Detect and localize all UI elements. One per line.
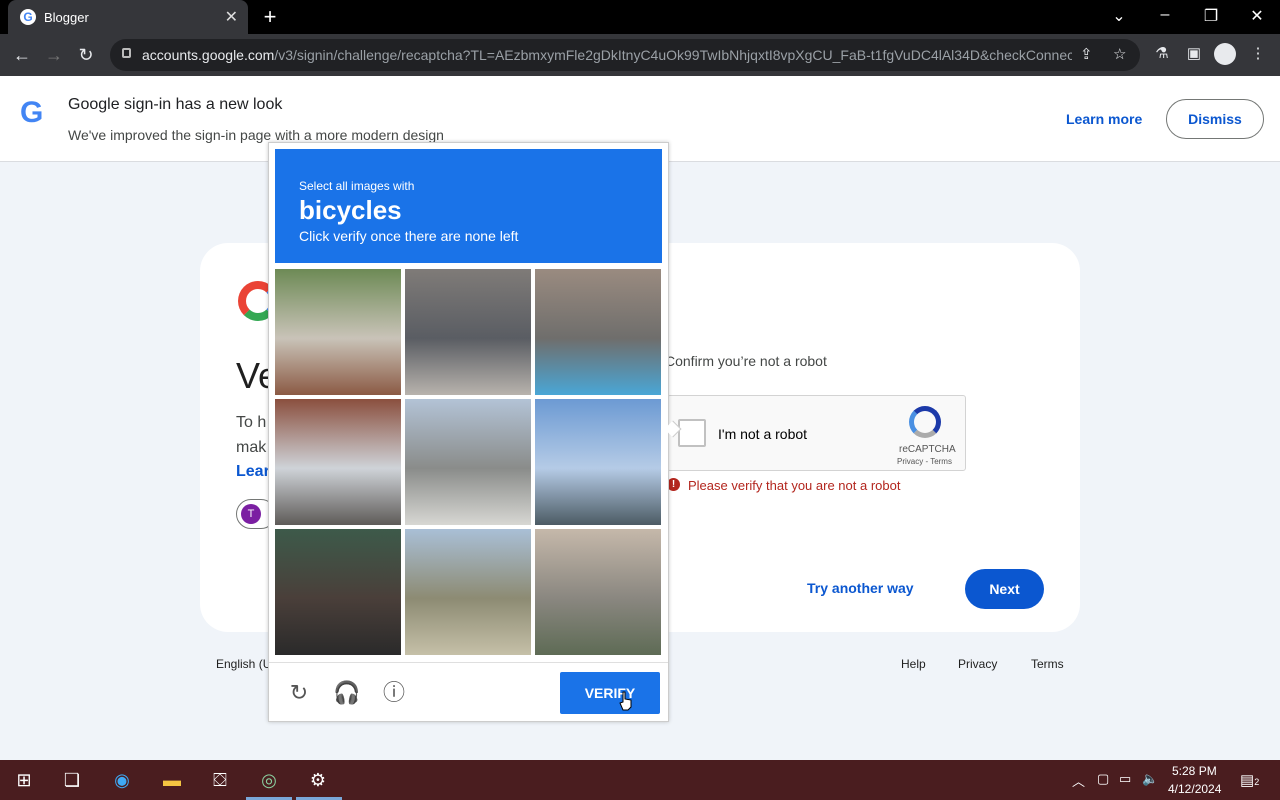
headphones-icon[interactable]: 🎧: [333, 680, 360, 706]
learn-more-link[interactable]: Learn more: [1066, 111, 1142, 127]
tab-title: Blogger: [44, 10, 89, 25]
share-icon[interactable]: ⇪: [1080, 45, 1093, 63]
instruction-post: Click verify once there are none left: [299, 228, 519, 244]
clock-date[interactable]: 4/12/2024: [1168, 782, 1221, 796]
language-selector[interactable]: English (U: [216, 657, 271, 671]
notification-center-icon[interactable]: ▤2: [1240, 771, 1259, 789]
reload-icon[interactable]: ↻: [286, 680, 312, 706]
task-view-icon[interactable]: ❏: [58, 766, 86, 794]
tab-close-icon[interactable]: ✕: [225, 7, 238, 27]
confirm-robot-text: Confirm you’re not a robot: [665, 353, 827, 369]
not-robot-label: I'm not a robot: [718, 426, 808, 442]
clock-time[interactable]: 5:28 PM: [1172, 764, 1217, 778]
description-line-2: mak: [236, 439, 267, 456]
verify-button[interactable]: VERIFY: [560, 672, 660, 714]
recaptcha-logo-icon: [909, 406, 941, 438]
file-explorer-icon[interactable]: ▬: [158, 766, 186, 794]
not-robot-checkbox[interactable]: [678, 419, 706, 447]
restore-icon[interactable]: ❐: [1199, 6, 1223, 26]
tab-blogger[interactable]: G Blogger ✕: [8, 0, 248, 34]
minimize-icon[interactable]: –: [1153, 6, 1177, 24]
volume-icon[interactable]: 🔈: [1142, 771, 1158, 787]
labs-flask-icon[interactable]: ⚗: [1151, 43, 1173, 65]
menu-icon[interactable]: ⋮: [1247, 43, 1269, 65]
tile-building-cars[interactable]: [405, 269, 531, 395]
address-bar[interactable]: accounts.google.com/v3/signin/challenge/…: [110, 39, 1140, 71]
store-icon[interactable]: ⛋: [206, 766, 234, 794]
google-logo-icon: G: [20, 96, 44, 129]
browser-toolbar: ← → ↻ accounts.google.com/v3/signin/chal…: [0, 34, 1280, 76]
google-favicon-icon: G: [20, 9, 36, 25]
windows-start-icon[interactable]: ⊞: [10, 766, 38, 794]
tile-roadside-grass[interactable]: [405, 529, 531, 655]
footer-divider: [269, 662, 668, 663]
browser-titlebar: G Blogger ✕ + ⌄ – ❐ ✕: [0, 0, 1280, 34]
tile-bike-lane[interactable]: [535, 269, 661, 395]
edge-icon[interactable]: ◉: [108, 766, 136, 794]
privacy-link[interactable]: Privacy: [958, 657, 997, 671]
profile-avatar-icon[interactable]: [1214, 43, 1236, 65]
dismiss-button[interactable]: Dismiss: [1166, 99, 1264, 139]
url-path: /v3/signin/challenge/recaptcha?TL=AEzbmx…: [274, 47, 1072, 63]
forward-icon[interactable]: →: [41, 42, 67, 68]
target-word: bicycles: [299, 195, 402, 225]
windows-taskbar: ⊞ ❏ ◉ ▬ ⛋ ◎ ⚙ ︿ ▢ ▭ 🔈 5:28 PM 4/12/2024 …: [0, 760, 1280, 800]
chevron-up-icon[interactable]: ︿: [1072, 771, 1085, 790]
settings-gear-icon[interactable]: ⚙: [304, 766, 332, 794]
instruction-pre: Select all images with: [299, 179, 415, 193]
new-tab-icon[interactable]: +: [258, 4, 282, 30]
hand-cursor-icon: [619, 691, 632, 711]
next-button[interactable]: Next: [965, 569, 1044, 609]
avatar: T: [241, 504, 261, 524]
meet-now-icon[interactable]: ▢: [1097, 771, 1109, 787]
tile-gate[interactable]: [275, 529, 401, 655]
tile-plants-fence[interactable]: [275, 269, 401, 395]
tile-billboard[interactable]: [535, 399, 661, 525]
network-icon[interactable]: ▭: [1119, 771, 1131, 787]
close-window-icon[interactable]: ✕: [1245, 6, 1269, 26]
image-grid: [275, 269, 662, 656]
notification-count: 2: [1254, 777, 1260, 787]
try-another-way-button[interactable]: Try another way: [807, 580, 914, 596]
challenge-header: Select all images with bicycles Click ve…: [275, 149, 662, 263]
url-host: accounts.google.com: [142, 47, 275, 63]
bookmark-star-icon[interactable]: ☆: [1113, 45, 1126, 63]
tile-bus[interactable]: [275, 399, 401, 525]
description-line-1: To h: [236, 414, 267, 431]
chrome-icon[interactable]: ◎: [255, 766, 283, 794]
terms-link[interactable]: Terms: [1031, 657, 1064, 671]
banner-title: Google sign-in has a new look: [68, 96, 283, 113]
recaptcha-challenge-popup: Select all images with bicycles Click ve…: [268, 142, 682, 722]
learn-more-card-link[interactable]: Lear: [236, 463, 270, 481]
lock-icon: [122, 48, 131, 58]
help-link[interactable]: Help: [901, 657, 926, 671]
tile-sidewalk-rail[interactable]: [535, 529, 661, 655]
recaptcha-name: reCAPTCHA: [899, 444, 956, 455]
back-icon[interactable]: ←: [9, 42, 35, 68]
reload-page-icon[interactable]: ↻: [73, 42, 99, 68]
recaptcha-widget: I'm not a robot reCAPTCHA Privacy - Term…: [667, 395, 966, 471]
info-icon[interactable]: ⓘ: [381, 680, 407, 706]
banner-subtitle: We've improved the sign-in page with a m…: [68, 127, 444, 143]
error-message: Please verify that you are not a robot: [688, 478, 901, 493]
recaptcha-privacy-terms[interactable]: Privacy - Terms: [897, 457, 952, 466]
side-panel-icon[interactable]: ▣: [1183, 43, 1205, 65]
tile-street-trees[interactable]: [405, 399, 531, 525]
tab-search-icon[interactable]: ⌄: [1107, 6, 1131, 26]
